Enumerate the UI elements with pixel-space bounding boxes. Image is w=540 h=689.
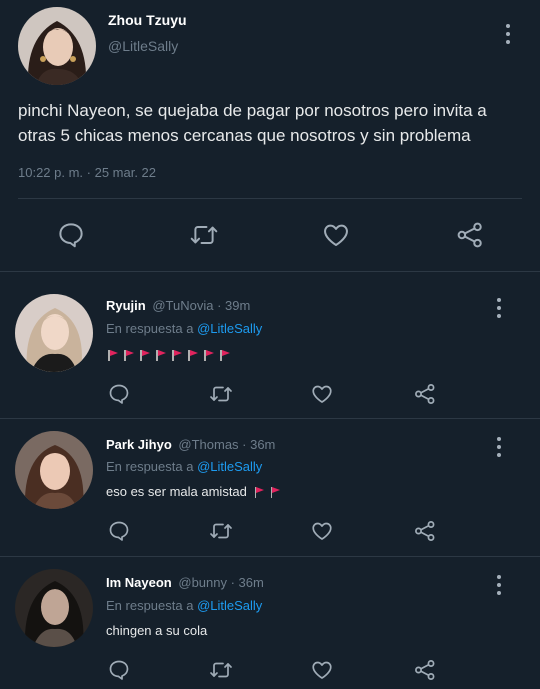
reply-avatar[interactable]: [15, 569, 93, 647]
more-options-icon[interactable]: [496, 575, 502, 599]
triangular-flag-icon: [270, 487, 281, 499]
triangular-flag-icon: [140, 350, 150, 362]
reply-header: Ryujin @TuNovia · 39m: [106, 298, 250, 313]
retweet-icon[interactable]: [207, 519, 235, 543]
reply-handle[interactable]: @Thomas · 36m: [178, 437, 275, 452]
reply-text-content: eso es ser mala amistad: [106, 484, 247, 499]
author-handle[interactable]: @LitleSally: [108, 38, 178, 54]
reply-avatar[interactable]: [15, 431, 93, 509]
like-icon[interactable]: [321, 220, 351, 250]
like-icon[interactable]: [310, 519, 334, 543]
share-icon[interactable]: [413, 658, 437, 682]
author-name[interactable]: Zhou Tzuyu: [108, 12, 187, 28]
reply-icon[interactable]: [107, 519, 131, 543]
author-avatar[interactable]: [18, 7, 96, 85]
reply-to-link[interactable]: @LitleSally: [197, 598, 262, 613]
reply-prefix: En respuesta a: [106, 598, 194, 613]
like-icon[interactable]: [310, 382, 334, 406]
reply-to-link[interactable]: @LitleSally: [197, 459, 262, 474]
more-options-icon[interactable]: [496, 437, 502, 461]
reply-prefix: En respuesta a: [106, 321, 194, 336]
reply-author-name[interactable]: Park Jihyo: [106, 437, 172, 452]
more-options-icon[interactable]: [496, 298, 502, 322]
reply-handle[interactable]: @bunny · 36m: [178, 575, 263, 590]
flag-emoji-row: [254, 484, 287, 499]
reply-header: Im Nayeon @bunny · 36m: [106, 575, 264, 590]
retweet-icon[interactable]: [188, 220, 220, 250]
divider: [0, 418, 540, 419]
tweet-text-line-1: pinchi Nayeon, se quejaba de pagar por n…: [18, 101, 487, 120]
reply-icon[interactable]: [107, 382, 131, 406]
reply-header: Park Jihyo @Thomas · 36m: [106, 437, 275, 452]
like-icon[interactable]: [310, 658, 334, 682]
reply-author-name[interactable]: Ryujin: [106, 298, 146, 313]
reply-avatar[interactable]: [15, 294, 93, 372]
share-icon[interactable]: [413, 382, 437, 406]
tweet-timestamp[interactable]: 10:22 p. m. · 25 mar. 22: [18, 165, 156, 180]
more-options-icon[interactable]: [505, 24, 511, 48]
reply-icon[interactable]: [107, 658, 131, 682]
triangular-flag-icon: [204, 350, 214, 362]
share-icon[interactable]: [455, 220, 485, 250]
triangular-flag-icon: [220, 350, 230, 362]
reply-icon[interactable]: [56, 220, 86, 250]
reply-text: chingen a su cola: [106, 623, 208, 638]
tweet-text-line-2: otras 5 chicas menos cercanas que nosotr…: [18, 126, 471, 145]
flag-emoji-row: [108, 347, 236, 365]
share-icon[interactable]: [413, 519, 437, 543]
reply-prefix: En respuesta a: [106, 459, 194, 474]
reply-handle[interactable]: @TuNovia · 39m: [152, 298, 250, 313]
reply-context: En respuesta a @LitleSally: [106, 459, 262, 474]
reply-author-name[interactable]: Im Nayeon: [106, 575, 172, 590]
triangular-flag-icon: [108, 350, 118, 362]
retweet-icon[interactable]: [207, 382, 235, 406]
triangular-flag-icon: [156, 350, 166, 362]
reply-to-link[interactable]: @LitleSally: [197, 321, 262, 336]
divider: [0, 556, 540, 557]
reply-text: eso es ser mala amistad: [106, 484, 287, 499]
divider: [18, 198, 522, 199]
triangular-flag-icon: [254, 487, 265, 499]
retweet-icon[interactable]: [207, 658, 235, 682]
reply-context: En respuesta a @LitleSally: [106, 321, 262, 336]
divider: [0, 271, 540, 272]
triangular-flag-icon: [188, 350, 198, 362]
triangular-flag-icon: [172, 350, 182, 362]
triangular-flag-icon: [124, 350, 134, 362]
reply-context: En respuesta a @LitleSally: [106, 598, 262, 613]
